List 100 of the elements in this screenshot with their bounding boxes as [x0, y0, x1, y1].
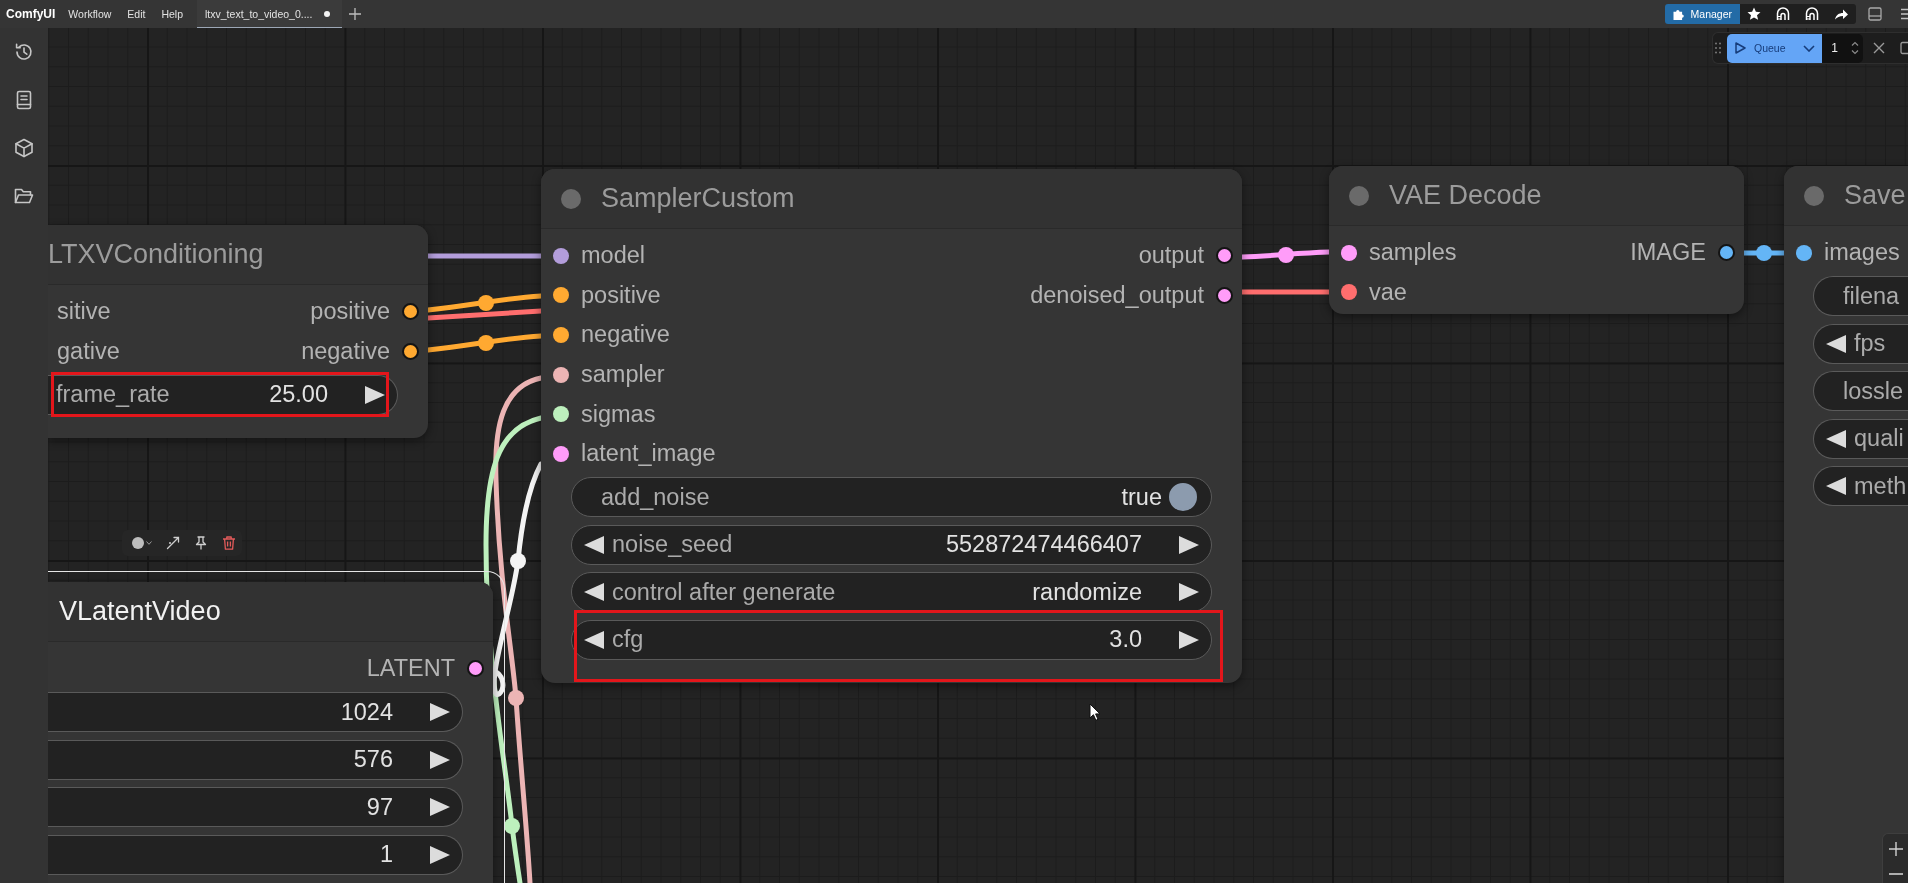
input-slot-icon[interactable] [1341, 284, 1357, 301]
right-triangle-icon[interactable] [1179, 535, 1199, 554]
left-triangle-icon[interactable] [584, 535, 604, 554]
right-triangle-icon[interactable] [1179, 583, 1199, 602]
chevron-down-icon [146, 541, 152, 545]
output-slot-icon[interactable] [402, 303, 419, 321]
right-triangle-icon[interactable] [1179, 630, 1199, 649]
trash-icon[interactable] [222, 536, 236, 550]
toggle-knob-icon[interactable] [1169, 483, 1197, 512]
number-input[interactable]: 1024 [48, 692, 463, 733]
left-triangle-icon[interactable] [584, 630, 604, 649]
slot-label: denoised_output [1030, 281, 1204, 309]
history-icon[interactable] [14, 42, 34, 62]
number-input[interactable]: 97 [48, 787, 463, 828]
number-input[interactable]: frame_rate 25.00 [48, 374, 398, 415]
input-slot-icon[interactable] [553, 406, 569, 423]
slot-label: sampler [581, 361, 665, 389]
field-label: noise_seed [612, 531, 733, 559]
workflow-tab[interactable]: ltxv_text_to_video_0.... [197, 0, 343, 28]
output-slot-icon[interactable] [467, 660, 484, 678]
queue-options-button[interactable] [1795, 33, 1823, 63]
panel-icon[interactable] [1868, 7, 1882, 21]
link-midpoint-icon[interactable] [478, 335, 494, 351]
pointer-cursor-icon [1089, 703, 1101, 721]
right-triangle-icon[interactable] [365, 385, 385, 404]
node-title: Save [1844, 180, 1906, 211]
input-slot-icon[interactable] [553, 287, 569, 304]
number-input[interactable]: noise_seed 552872474466407 [571, 524, 1212, 565]
link-midpoint-icon[interactable] [1278, 247, 1294, 263]
combo-select[interactable]: control after generate randomize [571, 572, 1212, 613]
menu-item[interactable]: Edit [119, 8, 154, 20]
slot-label: images [1824, 239, 1900, 267]
stepper-icon[interactable] [1851, 41, 1859, 55]
number-input[interactable]: fps [1813, 323, 1908, 364]
field-value: 97 [366, 793, 393, 821]
folder-icon[interactable] [14, 186, 34, 206]
output-slot-icon[interactable] [1216, 286, 1233, 304]
batch-count-field[interactable]: 1 [1822, 33, 1863, 63]
drag-handle-icon[interactable] [1715, 42, 1721, 54]
manager-button[interactable]: Manager [1664, 4, 1740, 24]
output-slot-icon[interactable] [402, 342, 419, 360]
field-value: 552872474466407 [945, 531, 1142, 559]
queue-button[interactable]: Queue [1727, 33, 1796, 63]
input-slot-icon[interactable] [553, 445, 569, 462]
input-slot-icon[interactable] [553, 247, 569, 264]
arch-icon[interactable] [1776, 7, 1790, 21]
share-arrow-icon[interactable] [1834, 7, 1848, 21]
input-slot-icon[interactable] [1341, 244, 1357, 261]
left-triangle-icon[interactable] [1826, 477, 1846, 496]
right-triangle-icon[interactable] [430, 798, 450, 817]
output-slot-icon[interactable] [1718, 244, 1735, 262]
plus-icon[interactable] [1888, 842, 1903, 857]
diagonal-arrow-icon[interactable] [166, 536, 180, 550]
field-label: frame_rate [56, 381, 170, 409]
minus-icon[interactable] [1888, 872, 1903, 875]
star-icon[interactable] [1747, 7, 1761, 21]
menu-item[interactable]: Help [153, 8, 192, 20]
slot-label: positive [581, 281, 661, 309]
number-input[interactable]: cfg 3.0 [571, 619, 1212, 660]
menu-icon[interactable] [1900, 7, 1908, 21]
node-title: SamplerCustom [601, 183, 795, 214]
field-label: quali [1854, 425, 1904, 453]
input-slot-icon[interactable] [553, 327, 569, 343]
left-triangle-icon[interactable] [584, 583, 604, 602]
number-input[interactable]: quali [1813, 418, 1908, 459]
collapse-dot-icon[interactable] [1804, 185, 1824, 206]
slot-label: output [1138, 242, 1204, 270]
right-triangle-icon[interactable] [430, 703, 450, 722]
right-triangle-icon[interactable] [430, 750, 450, 769]
close-icon[interactable] [1873, 42, 1885, 54]
boolean-field[interactable]: lossle [1813, 371, 1908, 412]
left-triangle-icon[interactable] [1826, 429, 1846, 448]
combo-select[interactable]: meth [1813, 466, 1908, 507]
input-slot-icon[interactable] [1796, 244, 1812, 261]
book-icon[interactable] [14, 90, 34, 110]
input-slot-icon[interactable] [553, 366, 569, 383]
number-input[interactable]: 576 [48, 739, 463, 780]
collapse-dot-icon[interactable] [561, 188, 581, 209]
field-label: control after generate [612, 578, 836, 606]
boolean-field[interactable]: add_noise true [571, 477, 1212, 518]
pin-icon[interactable] [194, 536, 208, 550]
link-midpoint-icon[interactable] [508, 690, 524, 706]
number-input[interactable]: 1 [48, 834, 463, 875]
text-input[interactable]: filena [1813, 276, 1908, 317]
output-slot-icon[interactable] [1216, 247, 1233, 265]
field-value: 3.0 [1109, 626, 1142, 654]
slot-label: gative [57, 337, 120, 365]
chevron-down-icon [1802, 44, 1815, 52]
link-midpoint-icon[interactable] [478, 295, 494, 311]
link-midpoint-icon[interactable] [1756, 245, 1772, 261]
link-midpoint-icon[interactable] [510, 553, 526, 569]
right-triangle-icon[interactable] [430, 845, 450, 864]
plus-icon[interactable] [349, 8, 362, 20]
link-midpoint-icon[interactable] [504, 818, 520, 834]
left-triangle-icon[interactable] [1826, 334, 1846, 353]
cube-icon[interactable] [14, 138, 34, 158]
collapse-dot-icon[interactable] [1349, 185, 1369, 206]
arch-icon[interactable] [1805, 7, 1819, 21]
menu-item[interactable]: Workflow [60, 8, 120, 20]
color-button[interactable] [132, 537, 152, 549]
